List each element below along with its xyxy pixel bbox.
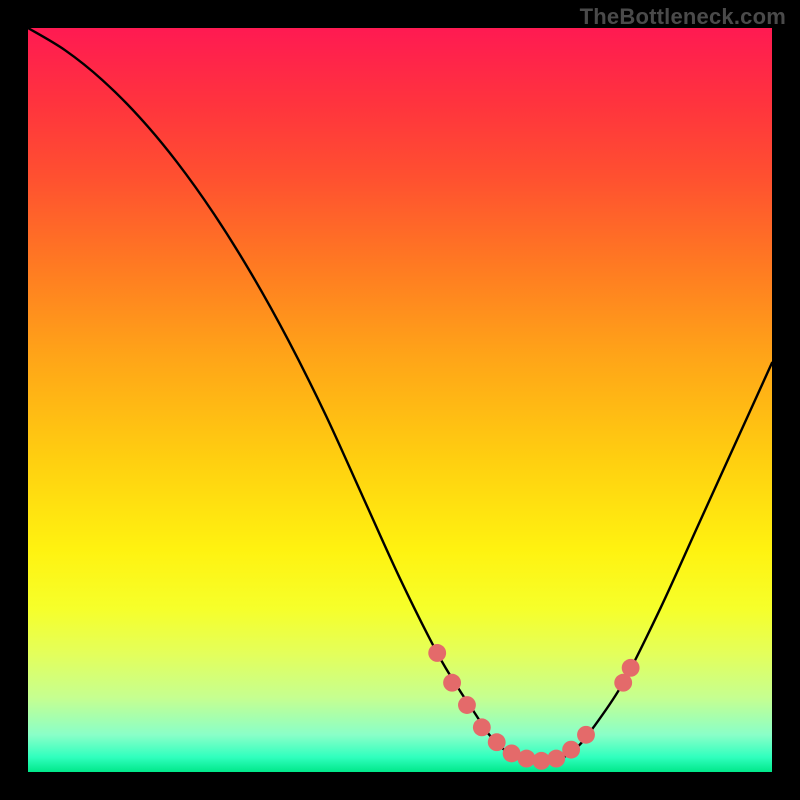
highlight-point (622, 659, 640, 677)
highlight-point (428, 644, 446, 662)
highlight-point (443, 674, 461, 692)
curve-svg (28, 28, 772, 772)
highlight-point (577, 726, 595, 744)
bottleneck-curve (28, 28, 772, 761)
attribution-text: TheBottleneck.com (580, 4, 786, 30)
plot-area (28, 28, 772, 772)
chart-frame: TheBottleneck.com (0, 0, 800, 800)
highlight-point (458, 696, 476, 714)
highlight-point (488, 733, 506, 751)
highlight-point (562, 741, 580, 759)
highlight-point (547, 750, 565, 768)
highlight-point (473, 718, 491, 736)
